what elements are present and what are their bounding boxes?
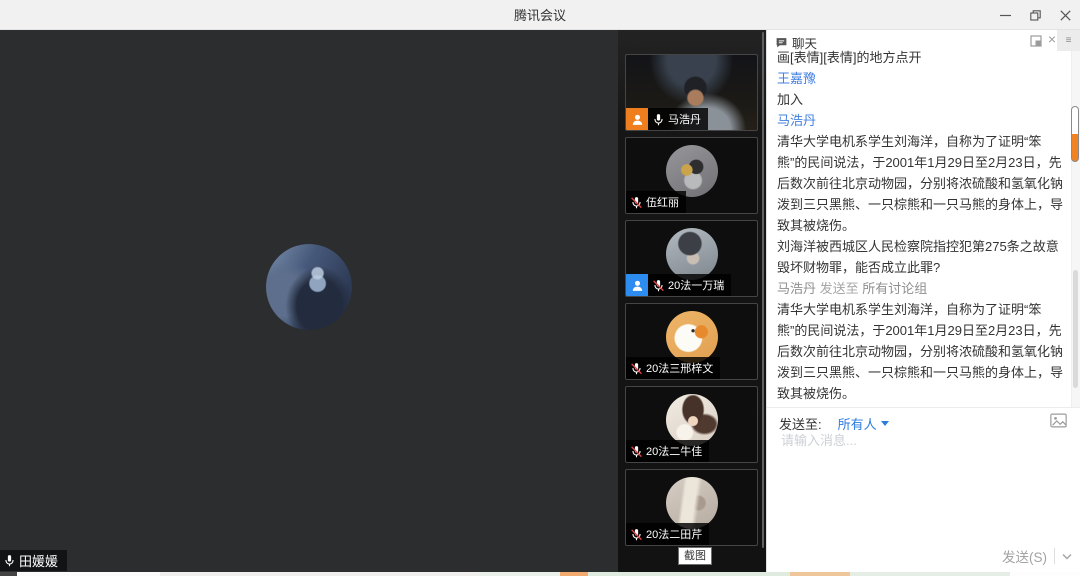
participant-namebar: 20法一万瑞 <box>648 274 731 296</box>
participant-overlay: 20法二田芹 <box>626 523 709 545</box>
taskbar-segment <box>478 572 560 576</box>
microphone-icon <box>3 554 16 567</box>
main-video-stage: 田媛媛 <box>0 30 618 572</box>
participant-tile[interactable]: 马浩丹 <box>625 54 758 131</box>
chat-message-name: 王嘉豫 <box>777 68 1071 89</box>
participant-tile[interactable]: 伍红丽 <box>625 137 758 214</box>
send-to-label: 发送至: <box>779 414 822 433</box>
participant-name: 20法二田芹 <box>646 526 702 542</box>
taskbar-segment <box>17 572 160 576</box>
window-title: 腾讯会议 <box>514 5 566 24</box>
restore-button[interactable] <box>1020 0 1050 30</box>
participant-name: 马浩丹 <box>668 111 701 127</box>
role-badge-icon <box>626 108 648 130</box>
participant-namebar: 20法二田芹 <box>626 523 709 545</box>
active-speaker-avatar <box>266 244 352 330</box>
microphone-icon <box>652 113 665 126</box>
microphone-icon <box>630 528 643 541</box>
participant-overlay: 20法三邢梓文 <box>626 357 720 379</box>
chevron-down-icon <box>881 421 889 426</box>
send-to-row: 发送至: 所有人 <box>779 414 889 433</box>
participant-avatar <box>666 145 718 197</box>
participant-avatar <box>666 394 718 446</box>
chat-message-name: 马浩丹 <box>777 110 1071 131</box>
chat-message-plain: 画[表情][表情]的地方点开 <box>777 47 1071 68</box>
participant-namebar: 伍红丽 <box>626 191 686 213</box>
send-to-selector[interactable]: 所有人 <box>838 414 889 433</box>
message-input[interactable] <box>779 432 1063 449</box>
taskbar-segment <box>850 572 1010 576</box>
window-titlebar: 腾讯会议 <box>0 0 1080 30</box>
send-options-chevron-icon[interactable] <box>1062 547 1072 565</box>
chat-scrollbar-thumb-new-messages[interactable] <box>1071 106 1079 162</box>
chat-divider <box>767 407 1080 408</box>
chat-message-list[interactable]: 画[表情][表情]的地方点开王嘉豫加入马浩丹清华大学电机系学生刘海洋，自称为了证… <box>777 47 1071 407</box>
participant-overlay: 20法二牛佳 <box>626 440 709 462</box>
close-button[interactable] <box>1050 0 1080 30</box>
microphone-icon <box>630 445 643 458</box>
taskbar-segment <box>160 572 478 576</box>
taskbar-segment <box>560 572 588 576</box>
chat-close-icon[interactable]: × <box>1048 31 1056 47</box>
window-controls <box>990 0 1080 30</box>
screenshot-tooltip[interactable]: 截图 <box>678 547 712 565</box>
microphone-icon <box>630 362 643 375</box>
participant-namebar: 20法三邢梓文 <box>626 357 720 379</box>
chat-message-meta: 马浩丹 发送至 所有讨论组 <box>777 278 1071 299</box>
send-to-value: 所有人 <box>838 414 877 433</box>
chat-message-body: 清华大学电机系学生刘海洋，自称为了证明“笨熊”的民间说法，于2001年1月29日… <box>777 131 1071 278</box>
participant-overlay: 马浩丹 <box>626 108 708 130</box>
microphone-icon <box>630 196 643 209</box>
participant-namebar: 20法二牛佳 <box>626 440 709 462</box>
participant-strip: 马浩丹 伍红丽 2 <box>618 30 766 572</box>
participant-avatar <box>666 477 718 529</box>
participant-name: 20法三邢梓文 <box>646 360 713 376</box>
send-button[interactable]: 发送(S) <box>1002 546 1047 566</box>
participant-tile[interactable]: 20法二牛佳 <box>625 386 758 463</box>
participant-overlay: 20法一万瑞 <box>626 274 731 296</box>
chat-message-plain: 加入 <box>777 89 1071 110</box>
participant-overlay: 伍红丽 <box>626 191 686 213</box>
participant-namebar: 马浩丹 <box>648 108 708 130</box>
active-speaker-name: 田媛媛 <box>19 551 58 570</box>
participant-tile[interactable]: 20法三邢梓文 <box>625 303 758 380</box>
participant-tile[interactable]: 20法二田芹 <box>625 469 758 546</box>
taskbar-segment <box>588 572 790 576</box>
active-speaker-nametag: 田媛媛 <box>0 550 67 571</box>
minimize-button[interactable] <box>990 0 1020 30</box>
taskbar-segment <box>0 572 17 576</box>
microphone-icon <box>652 279 665 292</box>
taskbar-segment <box>790 572 850 576</box>
participant-tile[interactable]: 20法一万瑞 <box>625 220 758 297</box>
chat-message-body: 清华大学电机系学生刘海洋，自称为了证明“笨熊”的民间说法，于2001年1月29日… <box>777 299 1071 407</box>
participant-name: 20法二牛佳 <box>646 443 702 459</box>
send-cluster: 发送(S) <box>1002 546 1072 566</box>
participant-name: 伍红丽 <box>646 194 679 210</box>
participant-avatar <box>666 228 718 280</box>
strip-scrollbar[interactable] <box>762 32 764 548</box>
chat-panel: 聊天 × ≡ 画[表情][表情]的地方点开王嘉豫加入马浩丹清华大学电机系学生刘海… <box>766 30 1080 572</box>
participant-name: 20法一万瑞 <box>668 277 724 293</box>
send-separator <box>1054 548 1055 564</box>
send-image-icon[interactable] <box>1050 413 1067 433</box>
taskbar-segment <box>1010 572 1080 576</box>
chat-scrollbar-thumb[interactable] <box>1073 270 1078 388</box>
taskbar-edge <box>0 572 1080 576</box>
role-badge-icon <box>626 274 648 296</box>
participant-avatar <box>666 311 718 363</box>
